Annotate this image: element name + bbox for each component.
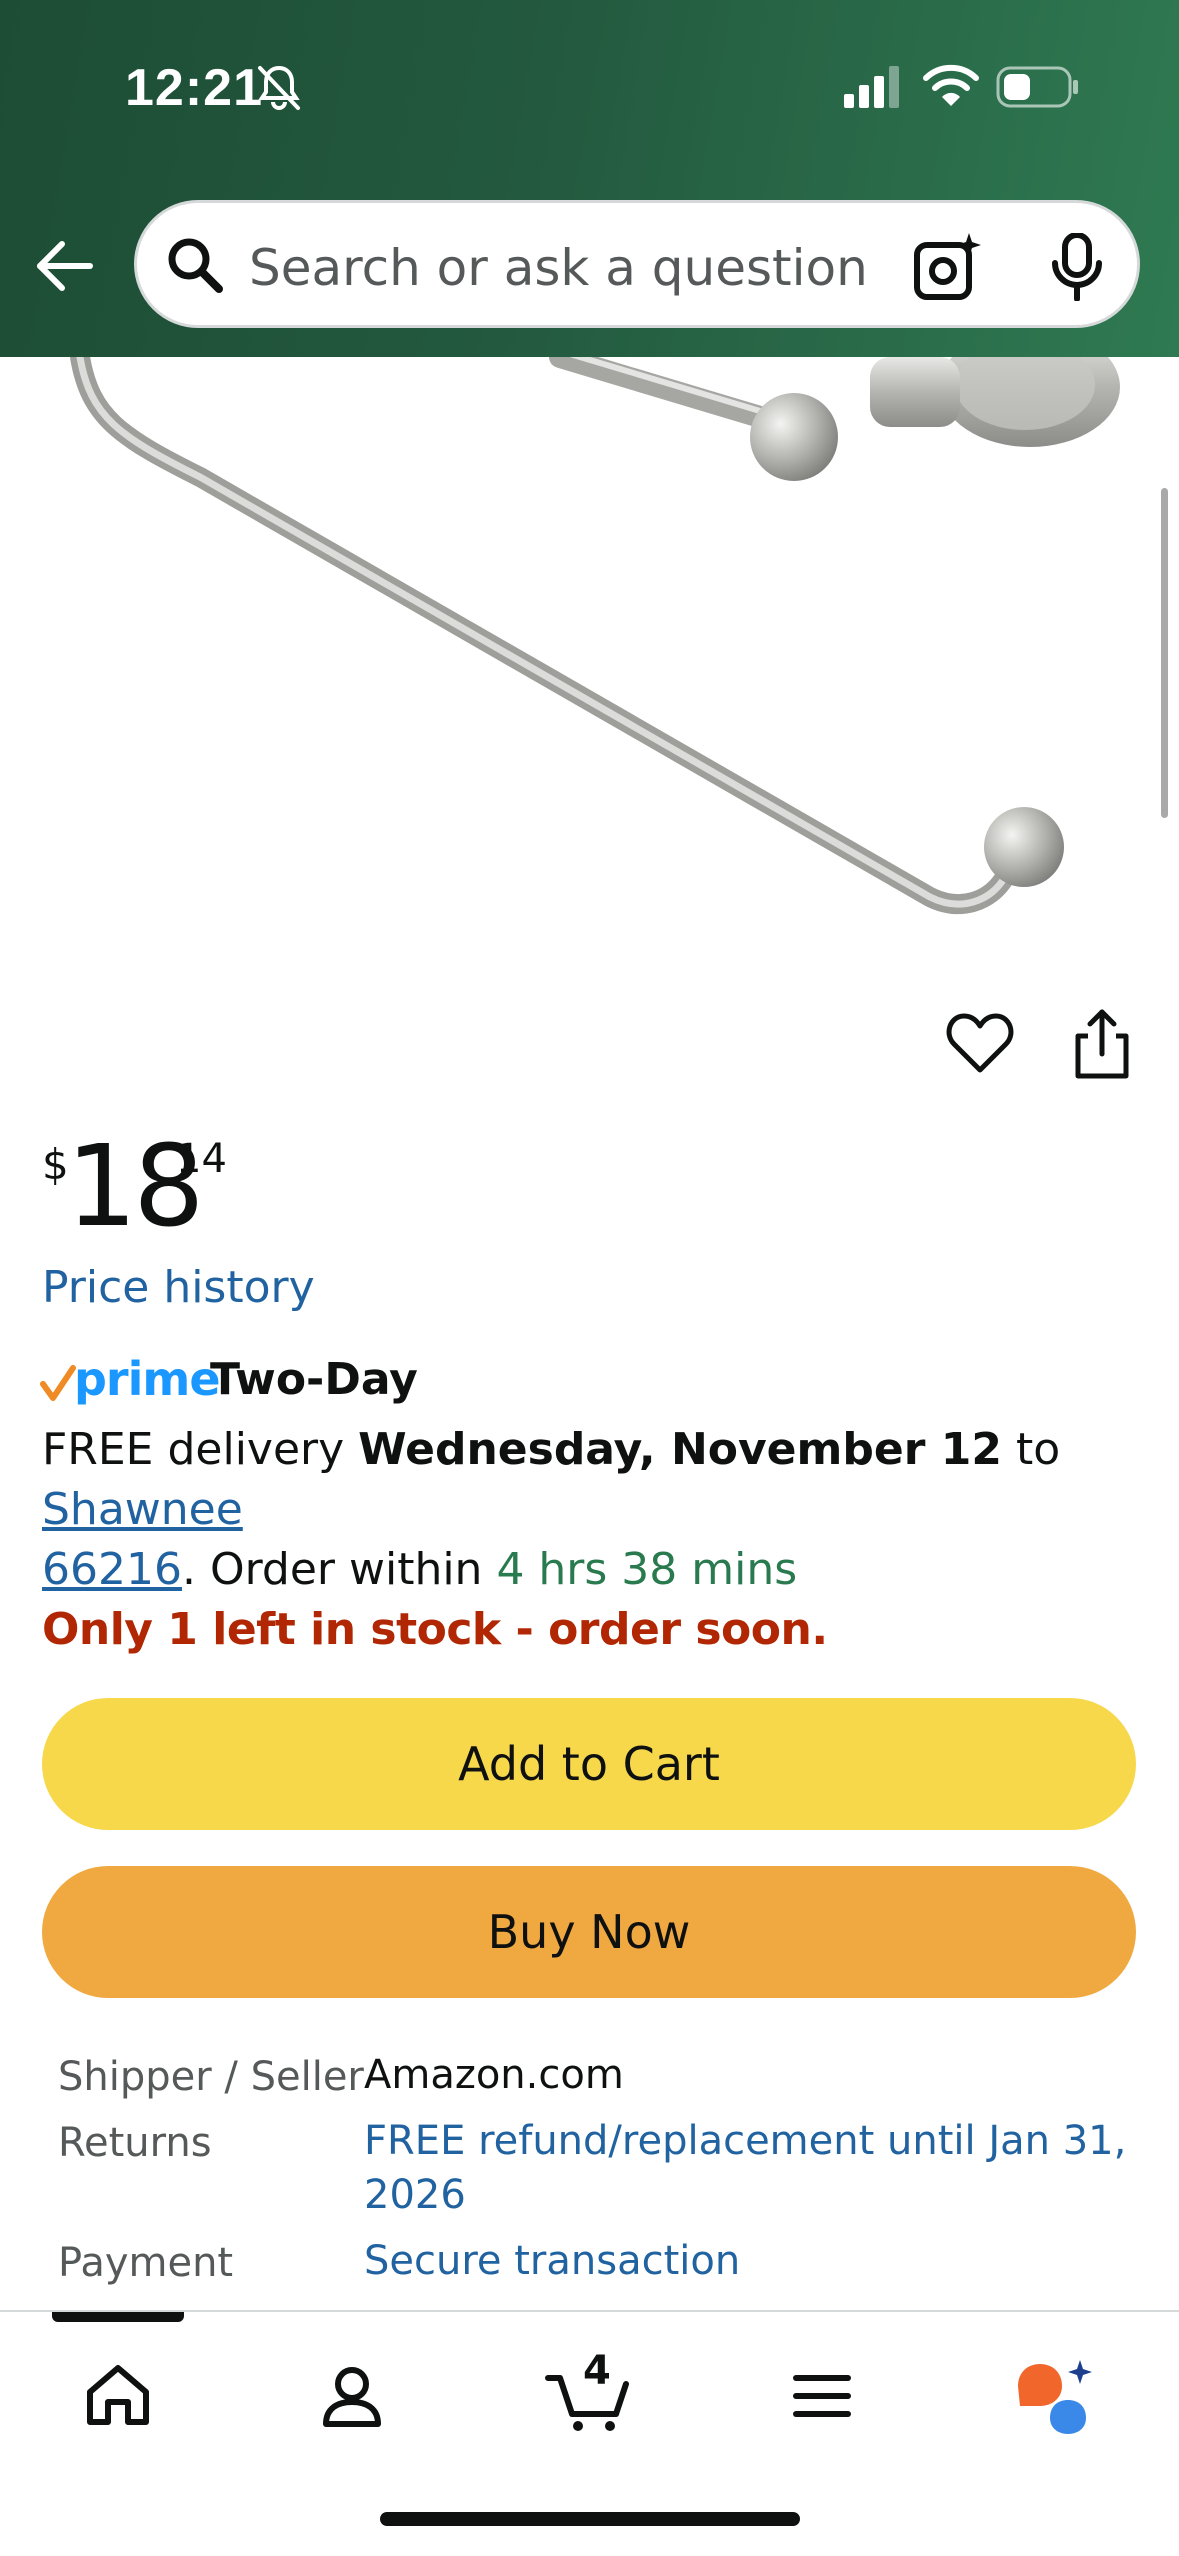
battery-icon (996, 66, 1078, 108)
returns-label: Returns (58, 2120, 212, 2166)
delivery-to-text: to (1001, 1424, 1061, 1475)
delivery-location-link[interactable]: Shawnee (42, 1484, 243, 1535)
cellular-signal-icon (844, 66, 899, 108)
app-header: 12:21 Search or ask a question (0, 0, 1179, 357)
delivery-zip-link[interactable]: 66216 (42, 1544, 182, 1595)
payment-label: Payment (58, 2240, 234, 2286)
scroll-indicator (1161, 488, 1168, 818)
search-bar[interactable]: Search or ask a question (134, 200, 1140, 328)
order-within-text: . Order within (181, 1544, 497, 1595)
delivery-message: FREE delivery Wednesday, November 12 to … (42, 1420, 1152, 1600)
price-fraction: 14 (176, 1136, 227, 1182)
wifi-icon (923, 64, 979, 106)
prime-check-icon (40, 1365, 76, 1401)
bell-muted-icon (258, 65, 300, 110)
rufus-ai-icon[interactable] (1010, 2356, 1100, 2436)
status-bar: 12:21 (0, 0, 1179, 175)
price-history-link[interactable]: Price history (42, 1262, 315, 1313)
active-tab-indicator (52, 2312, 184, 2322)
microphone-icon[interactable] (1047, 233, 1107, 301)
prime-label: prime (74, 1352, 221, 1406)
shipper-seller-value: Amazon.com (364, 2052, 624, 2098)
share-icon[interactable] (1070, 1008, 1134, 1080)
menu-icon[interactable] (782, 2356, 862, 2436)
search-input[interactable]: Search or ask a question (249, 239, 868, 297)
status-time: 12:21 (125, 59, 263, 117)
delivery-free-text: FREE delivery (42, 1424, 359, 1475)
camera-lens-icon[interactable] (913, 233, 983, 301)
order-countdown: 4 hrs 38 mins (496, 1544, 798, 1595)
payment-value-link[interactable]: Secure transaction (364, 2234, 1154, 2288)
shipper-seller-label: Shipper / Seller (58, 2054, 364, 2100)
account-icon[interactable] (312, 2356, 392, 2436)
home-icon[interactable] (78, 2356, 158, 2436)
product-image[interactable] (0, 357, 1179, 937)
returns-value-link[interactable]: FREE refund/replacement until Jan 31, 20… (364, 2114, 1154, 2222)
heart-icon[interactable] (946, 1012, 1014, 1076)
add-to-cart-button[interactable]: Add to Cart (42, 1698, 1136, 1830)
price-symbol: $ (42, 1140, 69, 1189)
buy-now-button[interactable]: Buy Now (42, 1866, 1136, 1998)
back-arrow-icon[interactable] (34, 236, 94, 296)
prime-speed-label: Two-Day (210, 1354, 418, 1405)
home-indicator (380, 2512, 800, 2526)
stock-message: Only 1 left in stock - order soon. (42, 1604, 828, 1655)
delivery-date: Wednesday, November 12 (358, 1424, 1002, 1475)
search-icon (168, 238, 223, 293)
cart-count-badge: 4 (583, 2348, 611, 2394)
